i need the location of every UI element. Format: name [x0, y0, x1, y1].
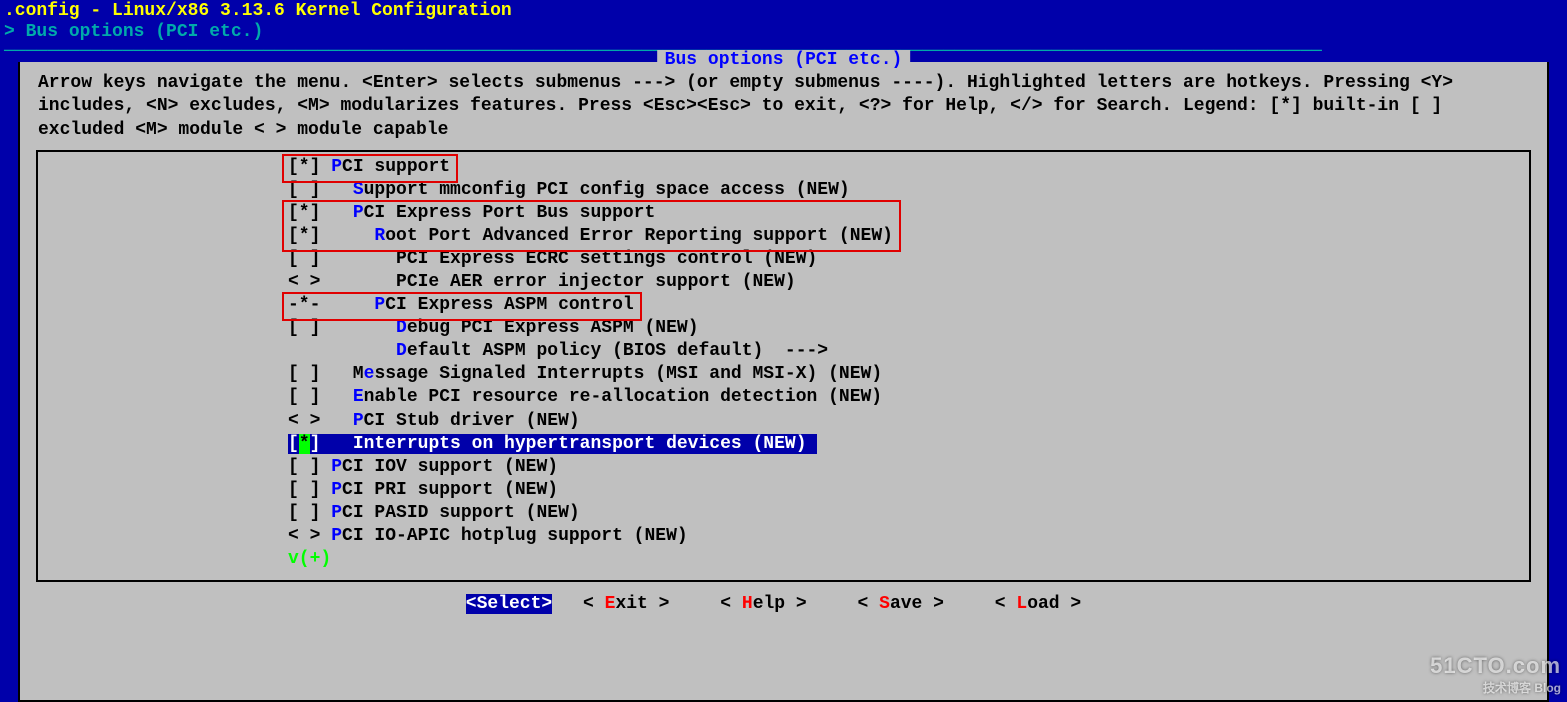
menu-item[interactable]: [*] PCI support	[38, 156, 1529, 179]
hotkey-letter: D	[396, 318, 407, 338]
exit-button[interactable]: < Exit >	[563, 594, 689, 614]
menu-item[interactable]: Default ASPM policy (BIOS default) --->	[38, 340, 1529, 363]
menu-item[interactable]: [*] PCI Express Port Bus support	[38, 202, 1529, 225]
hotkey-letter: P	[331, 503, 342, 523]
menu-item[interactable]: [ ] PCI Express ECRC settings control (N…	[38, 248, 1529, 271]
scroll-down-indicator: v(+)	[38, 548, 1529, 571]
hotkey-letter: P	[331, 526, 342, 546]
watermark-sub: 技术博客 Blog	[1430, 679, 1561, 696]
hotkey-letter: D	[396, 341, 407, 361]
hotkey-letter: P	[331, 157, 342, 177]
breadcrumb-text: Bus options (PCI etc.)	[26, 22, 264, 42]
menu-item[interactable]: < > PCIe AER error injector support (NEW…	[38, 271, 1529, 294]
hotkey-letter: S	[353, 180, 364, 200]
hotkey-letter: P	[331, 480, 342, 500]
help-text: Arrow keys navigate the menu. <Enter> se…	[34, 66, 1533, 150]
hotkey-letter: P	[353, 203, 364, 223]
menu-item[interactable]: [*] Root Port Advanced Error Reporting s…	[38, 225, 1529, 248]
breadcrumb-prefix: >	[4, 22, 26, 42]
watermark-main: 51CTO.com	[1430, 653, 1561, 678]
menu-item[interactable]: [ ] Enable PCI resource re-allocation de…	[38, 386, 1529, 409]
hotkey-letter: E	[353, 387, 364, 407]
menu-item[interactable]: [ ] PCI PASID support (NEW)	[38, 502, 1529, 525]
hotkey-letter: e	[364, 364, 375, 384]
menu-item[interactable]: [*] Interrupts on hypertransport devices…	[38, 433, 1529, 456]
main-panel: Bus options (PCI etc.) Arrow keys naviga…	[18, 62, 1549, 702]
load-button[interactable]: < Load >	[975, 594, 1101, 614]
hotkey-letter: P	[353, 411, 364, 431]
window-title: .config - Linux/x86 3.13.6 Kernel Config…	[0, 0, 1567, 22]
menu-item[interactable]: [ ] Debug PCI Express ASPM (NEW)	[38, 317, 1529, 340]
hotkey-letter: P	[374, 295, 385, 315]
panel-title: Bus options (PCI etc.)	[657, 50, 911, 70]
menu-item[interactable]: < > PCI Stub driver (NEW)	[38, 410, 1529, 433]
menu-item[interactable]: [ ] PCI PRI support (NEW)	[38, 479, 1529, 502]
menu-item[interactable]: [ ] PCI IOV support (NEW)	[38, 456, 1529, 479]
menu-item[interactable]: -*- PCI Express ASPM control	[38, 294, 1529, 317]
menu-item[interactable]: [ ] Message Signaled Interrupts (MSI and…	[38, 363, 1529, 386]
menu-item[interactable]: [ ] Support mmconfig PCI config space ac…	[38, 179, 1529, 202]
select-button[interactable]: <Select>	[466, 594, 552, 614]
save-button[interactable]: < Save >	[838, 594, 964, 614]
menu-list[interactable]: [*] PCI support[ ] Support mmconfig PCI …	[36, 150, 1531, 582]
menu-item-text: [*] Interrupts on hypertransport devices…	[288, 434, 817, 454]
button-bar: <Select> < Exit > < Help > < Save > < Lo…	[34, 582, 1533, 614]
menu-item[interactable]: < > PCI IO-APIC hotplug support (NEW)	[38, 525, 1529, 548]
hotkey-letter: P	[331, 457, 342, 477]
hotkey-letter: R	[374, 226, 385, 246]
watermark: 51CTO.com 技术博客 Blog	[1430, 653, 1561, 696]
help-button[interactable]: < Help >	[700, 594, 826, 614]
